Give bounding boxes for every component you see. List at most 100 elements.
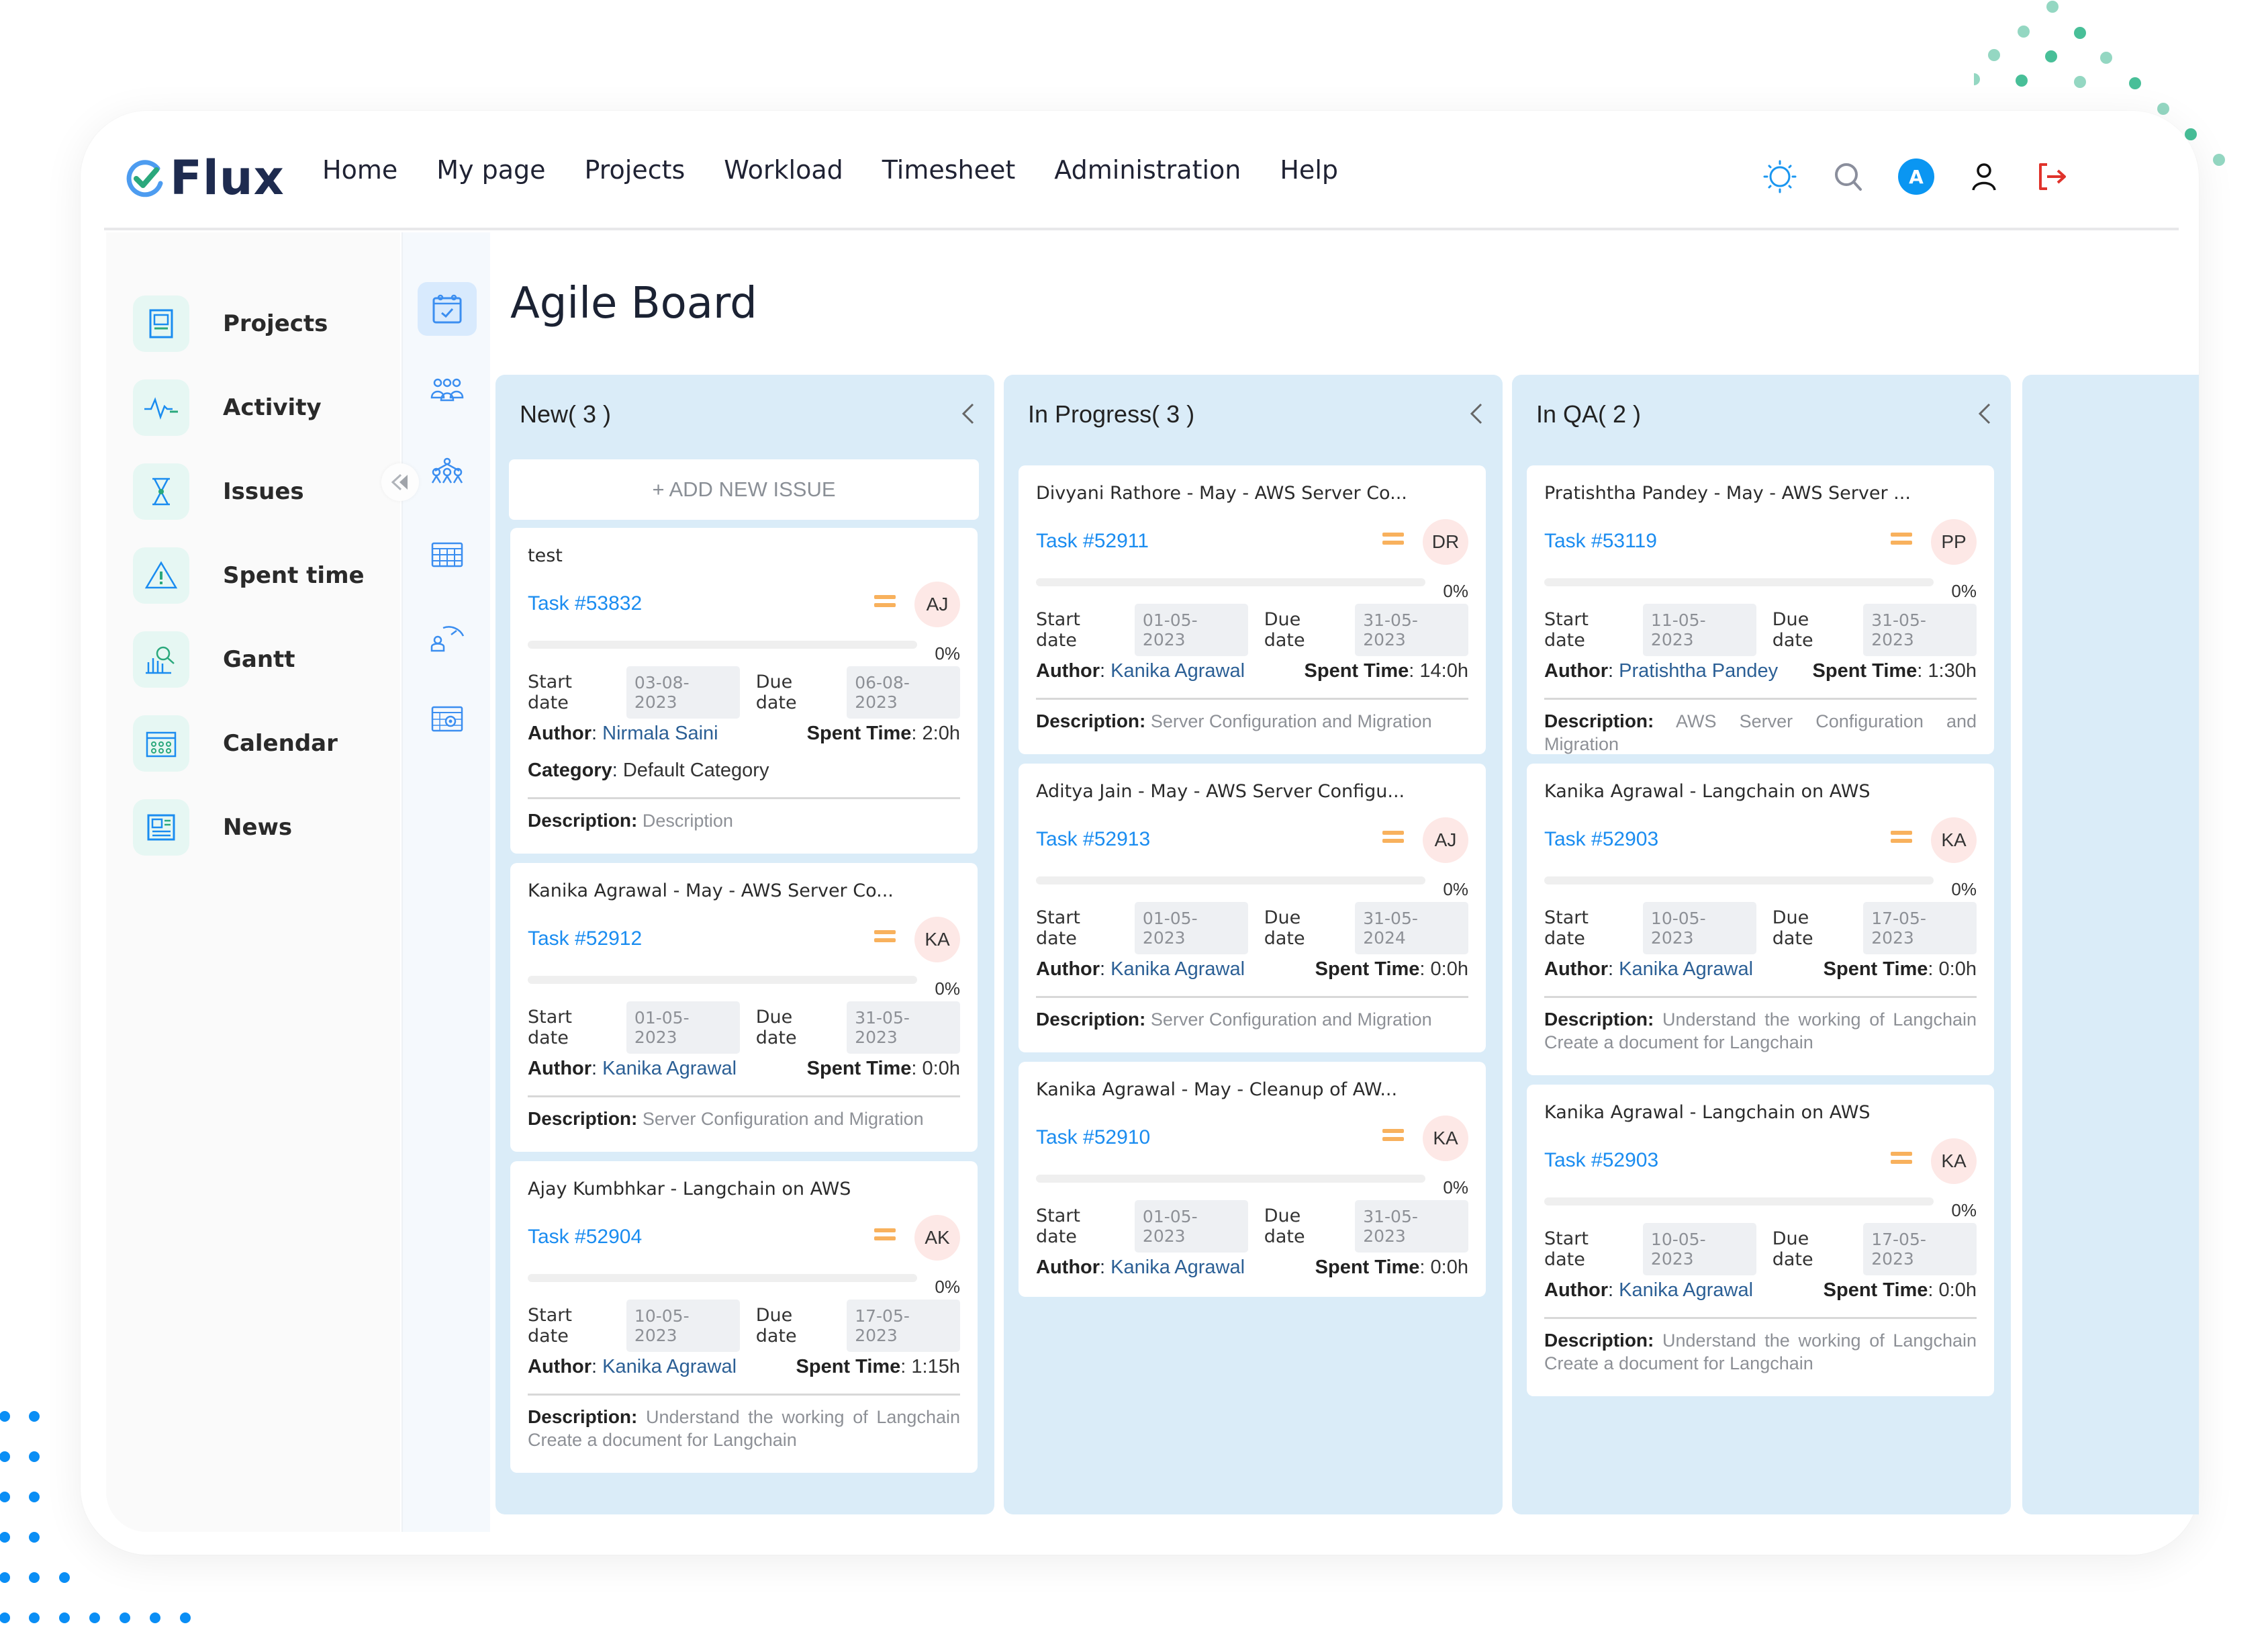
task-link[interactable]: Task #52910: [1036, 1126, 1150, 1149]
sidebar-item-issues[interactable]: Issues: [133, 463, 304, 520]
spent-time-label: Spent Time: [1823, 1279, 1928, 1301]
user-avatar[interactable]: A: [1898, 158, 1934, 195]
author-name[interactable]: Nirmala Saini: [602, 723, 718, 744]
author-name[interactable]: Kanika Agrawal: [602, 1356, 737, 1377]
description-label: Description:: [1036, 711, 1146, 731]
sidebar-item-projects[interactable]: Projects: [133, 295, 328, 352]
column-title: In QA( 2 ): [1536, 400, 1642, 428]
priority-normal-icon: [1382, 1129, 1404, 1144]
author-name[interactable]: Pratishtha Pandey: [1619, 660, 1778, 682]
author-label: Author: [1544, 660, 1609, 682]
rail-team[interactable]: [418, 364, 477, 418]
date-row: Start date 01-05-2023 Due date 31-05-202…: [528, 1001, 960, 1054]
sidebar-item-gantt[interactable]: Gantt: [133, 631, 295, 688]
nav-home[interactable]: Home: [322, 155, 397, 185]
column-collapse-button[interactable]: [955, 399, 982, 428]
spent-time-value: 0:0h: [1938, 958, 1977, 980]
progress-bar: [528, 641, 917, 649]
task-link[interactable]: Task #52912: [528, 927, 642, 950]
sidebar-collapse-button[interactable]: [381, 463, 419, 501]
news-icon: [147, 814, 175, 841]
rail-network[interactable]: [418, 446, 477, 500]
spent-time: Spent Time: 0:0h: [1823, 958, 1977, 980]
due-date-value: 31-05-2024: [1355, 902, 1468, 954]
search-button[interactable]: [1830, 158, 1867, 195]
start-date-value: 01-05-2023: [626, 1001, 740, 1054]
sidebar-item-activity[interactable]: Activity: [133, 379, 322, 436]
task-link[interactable]: Task #52903: [1544, 828, 1658, 851]
due-date-label: Due date: [1772, 1228, 1813, 1270]
logo[interactable]: Flux: [124, 150, 285, 206]
issue-card[interactable]: Kanika Agrawal - May - AWS Server Co... T…: [510, 863, 978, 1152]
task-link[interactable]: Task #52903: [1544, 1149, 1658, 1172]
nav-help[interactable]: Help: [1280, 155, 1338, 185]
add-new-issue-button[interactable]: + ADD NEW ISSUE: [509, 459, 979, 520]
assignee-avatar[interactable]: PP: [1931, 519, 1977, 565]
issue-card[interactable]: Kanika Agrawal - Langchain on AWS Task #5…: [1527, 1085, 1994, 1396]
rail-performance[interactable]: [418, 610, 477, 664]
due-date-label: Due date: [1264, 609, 1305, 651]
due-date-value: 31-05-2023: [1355, 604, 1468, 656]
sun-icon: [1763, 160, 1797, 193]
task-link[interactable]: Task #53119: [1544, 530, 1657, 553]
project-board-icon: [149, 309, 173, 338]
assignee-avatar[interactable]: AJ: [1423, 817, 1468, 863]
task-link[interactable]: Task #52904: [528, 1226, 642, 1248]
nav-projects[interactable]: Projects: [584, 155, 685, 185]
issue-card[interactable]: Kanika Agrawal - May - Cleanup of AW... T…: [1019, 1062, 1486, 1297]
author-name[interactable]: Kanika Agrawal: [1111, 958, 1245, 980]
author-name[interactable]: Kanika Agrawal: [1111, 1257, 1245, 1278]
start-date-label: Start date: [528, 672, 572, 713]
rail-table[interactable]: [418, 528, 477, 582]
issue-card[interactable]: Kanika Agrawal - Langchain on AWS Task #5…: [1527, 764, 1994, 1075]
nav-my-page[interactable]: My page: [436, 155, 545, 185]
assignee-avatar[interactable]: KA: [914, 917, 960, 962]
nav-timesheet[interactable]: Timesheet: [882, 155, 1016, 185]
sidebar-item-news[interactable]: News: [133, 799, 292, 856]
issue-card[interactable]: Aditya Jain - May - AWS Server Configu..…: [1019, 764, 1486, 1052]
logout-button[interactable]: [2034, 158, 2071, 195]
issue-card[interactable]: Pratishtha Pandey - May - AWS Server ...…: [1527, 465, 1994, 754]
task-link[interactable]: Task #53832: [528, 592, 642, 615]
issue-card[interactable]: test Task #53832 AJ 0% Start date 03-08-202…: [510, 528, 978, 854]
description: Description: Server Configuration and Mi…: [528, 1107, 960, 1130]
warning-triangle-icon: [144, 561, 178, 589]
column-collapse-button[interactable]: [1464, 399, 1491, 428]
column-collapse-button[interactable]: [1972, 399, 1999, 428]
date-row: Start date 01-05-2023 Due date 31-05-202…: [1036, 604, 1468, 656]
assignee-avatar[interactable]: AJ: [914, 582, 960, 627]
author-label: Author: [1036, 958, 1100, 980]
rail-calendar-settings[interactable]: [418, 692, 477, 745]
due-date-label: Due date: [755, 1007, 797, 1048]
assignee-avatar[interactable]: KA: [1931, 817, 1977, 863]
theme-toggle-button[interactable]: [1761, 158, 1799, 195]
issue-card[interactable]: Divyani Rathore - May - AWS Server Co...…: [1019, 465, 1486, 754]
sidebar-item-calendar[interactable]: Calendar: [133, 715, 338, 772]
author-name[interactable]: Kanika Agrawal: [1619, 1279, 1753, 1301]
chevron-left-icon: [1978, 403, 1991, 424]
rail-agile-board[interactable]: [418, 282, 477, 336]
card-title: Divyani Rathore - May - AWS Server Co...: [1036, 483, 1407, 504]
author-row: Author: Kanika Agrawal Spent Time: 0:0h: [1544, 958, 1977, 980]
spent-time-value: 1:30h: [1928, 660, 1977, 682]
assignee-avatar[interactable]: DR: [1423, 519, 1468, 565]
spent-time: Spent Time: 14:0h: [1304, 660, 1468, 682]
author-name[interactable]: Kanika Agrawal: [1619, 958, 1753, 980]
issue-card[interactable]: Ajay Kumbhkar - Langchain on AWS Task #52…: [510, 1161, 978, 1473]
assignee-avatar[interactable]: AK: [914, 1215, 960, 1261]
profile-button[interactable]: [1965, 158, 2003, 195]
task-link[interactable]: Task #52913: [1036, 828, 1150, 851]
start-date-value: 10-05-2023: [1642, 1223, 1756, 1275]
nav-administration[interactable]: Administration: [1054, 155, 1241, 185]
author-name[interactable]: Kanika Agrawal: [1111, 660, 1245, 682]
start-date-label: Start date: [1544, 907, 1589, 949]
task-link[interactable]: Task #52911: [1036, 530, 1149, 553]
progress-percent: 0%: [1951, 1200, 1977, 1220]
assignee-avatar[interactable]: KA: [1423, 1116, 1468, 1161]
nav-workload[interactable]: Workload: [724, 155, 843, 185]
spent-time: Spent Time: 2:0h: [806, 723, 960, 744]
assignee-avatar[interactable]: KA: [1931, 1138, 1977, 1184]
start-date-value: 11-05-2023: [1642, 604, 1756, 656]
author-name[interactable]: Kanika Agrawal: [602, 1058, 737, 1079]
sidebar-item-spent-time[interactable]: Spent time: [133, 547, 365, 604]
